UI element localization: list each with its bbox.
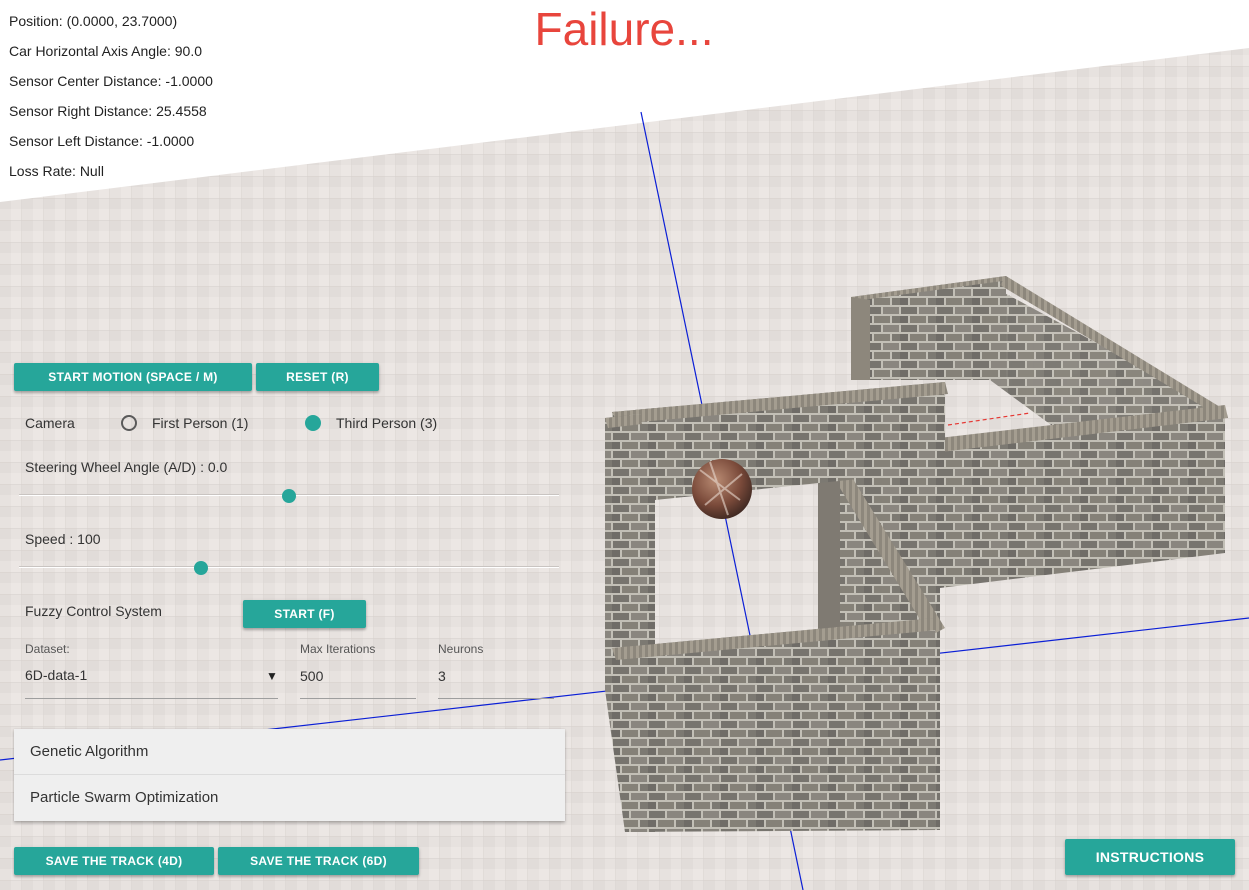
steering-label: Steering Wheel Angle (A/D) : 0.0 bbox=[25, 459, 228, 475]
pso-item[interactable]: Particle Swarm Optimization bbox=[14, 775, 565, 821]
neurons-label: Neurons bbox=[438, 642, 484, 656]
car-ball bbox=[692, 459, 752, 519]
camera-label: Camera bbox=[25, 415, 75, 431]
save-track-6d-button[interactable]: SAVE THE TRACK (6D) bbox=[218, 847, 419, 875]
first-person-radio[interactable] bbox=[121, 415, 137, 431]
sensor-right-readout: Sensor Right Distance: 25.4558 bbox=[9, 103, 207, 119]
hud-readout: Position: (0.0000, 23.7000) Car Horizont… bbox=[9, 12, 213, 192]
algorithm-list: Genetic Algorithm Particle Swarm Optimiz… bbox=[14, 729, 565, 821]
position-readout: Position: (0.0000, 23.7000) bbox=[9, 13, 178, 29]
start-motion-button[interactable]: START MOTION (SPACE / M) bbox=[14, 363, 252, 391]
max-iterations-label: Max Iterations bbox=[300, 642, 376, 656]
dataset-select[interactable]: 6D-data-1 bbox=[25, 667, 278, 699]
save-track-4d-button[interactable]: SAVE THE TRACK (4D) bbox=[14, 847, 214, 875]
fuzzy-start-button[interactable]: START (F) bbox=[243, 600, 366, 628]
sensor-left-readout: Sensor Left Distance: -1.0000 bbox=[9, 133, 195, 149]
dropdown-caret-icon[interactable]: ▼ bbox=[266, 669, 278, 683]
sensor-center-readout: Sensor Center Distance: -1.0000 bbox=[9, 73, 213, 89]
dataset-value: 6D-data-1 bbox=[25, 667, 88, 683]
fuzzy-label: Fuzzy Control System bbox=[25, 603, 162, 619]
speed-slider-track[interactable] bbox=[19, 566, 559, 568]
loss-rate-readout: Loss Rate: Null bbox=[9, 163, 104, 179]
status-title: Failure... bbox=[534, 3, 714, 55]
speed-label: Speed : 100 bbox=[25, 531, 101, 547]
third-person-label[interactable]: Third Person (3) bbox=[336, 415, 437, 431]
genetic-algorithm-item[interactable]: Genetic Algorithm bbox=[14, 729, 565, 775]
angle-readout: Car Horizontal Axis Angle: 90.0 bbox=[9, 43, 202, 59]
max-iterations-input[interactable]: 500 bbox=[300, 668, 416, 699]
dataset-label: Dataset: bbox=[25, 642, 70, 656]
speed-slider-thumb[interactable] bbox=[194, 561, 208, 575]
max-iterations-value: 500 bbox=[300, 668, 324, 684]
instructions-button[interactable]: INSTRUCTIONS bbox=[1065, 839, 1235, 875]
third-person-radio[interactable] bbox=[305, 415, 321, 431]
steering-slider-thumb[interactable] bbox=[282, 489, 296, 503]
first-person-label[interactable]: First Person (1) bbox=[152, 415, 248, 431]
neurons-input[interactable]: 3 bbox=[438, 668, 554, 699]
reset-button[interactable]: RESET (R) bbox=[256, 363, 379, 391]
neurons-value: 3 bbox=[438, 668, 446, 684]
